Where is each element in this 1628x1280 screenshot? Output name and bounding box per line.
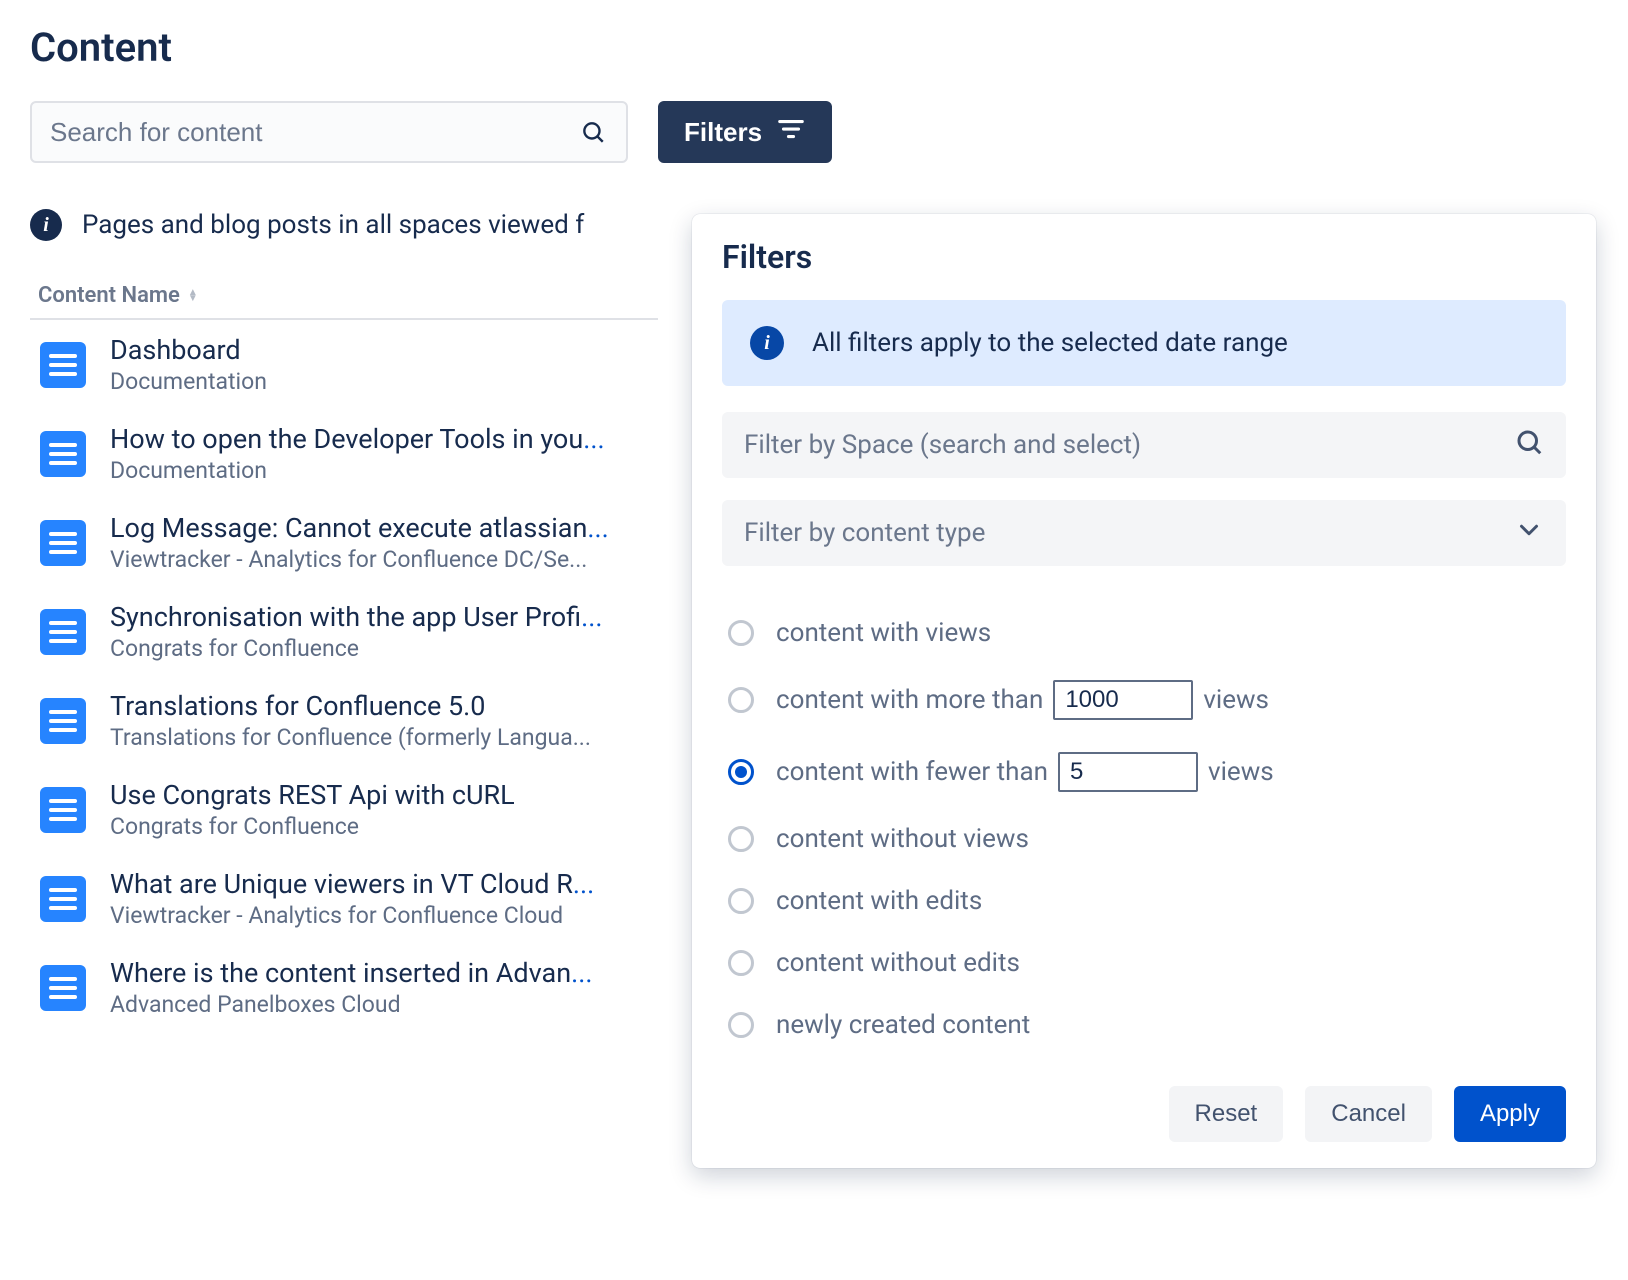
list-item[interactable]: Use Congrats REST Api with cURLCongrats … [30, 765, 658, 854]
filters-panel: Filters i All filters apply to the selec… [692, 214, 1596, 1168]
radio-with-views[interactable]: content with views [722, 602, 1566, 664]
list-item-text: Translations for Confluence 5.0Translati… [110, 690, 648, 751]
radio-with-edits[interactable]: content with edits [722, 870, 1566, 932]
radio-label-suffix: views [1208, 757, 1274, 787]
list-item-title: Where is the content inserted in Advan..… [110, 957, 648, 989]
radio-label-prefix: content with more than [776, 685, 1043, 715]
list-item-title: Synchronisation with the app User Profi.… [110, 601, 648, 633]
list-item-title: Use Congrats REST Api with cURL [110, 779, 648, 811]
filter-by-content-type-label: Filter by content type [744, 518, 985, 548]
list-item-text: Synchronisation with the app User Profi.… [110, 601, 648, 662]
radio-input[interactable] [728, 826, 754, 852]
page-icon [40, 787, 86, 833]
filter-by-space-label: Filter by Space (search and select) [744, 430, 1141, 460]
list-item-subtitle: Viewtracker - Analytics for Confluence C… [110, 902, 648, 929]
panel-actions: Reset Cancel Apply [722, 1086, 1566, 1142]
reset-button[interactable]: Reset [1169, 1086, 1284, 1142]
list-item[interactable]: Translations for Confluence 5.0Translati… [30, 676, 658, 765]
col-content-name: Content Name [38, 283, 180, 308]
list-item-text: Use Congrats REST Api with cURLCongrats … [110, 779, 648, 840]
radio-more-than[interactable]: content with more than views [722, 664, 1566, 736]
list-item-subtitle: Congrats for Confluence [110, 813, 648, 840]
search-wrap [30, 101, 628, 163]
radio-input[interactable] [728, 950, 754, 976]
radio-input[interactable] [728, 620, 754, 646]
filters-button-label: Filters [684, 117, 762, 148]
radio-fewer-than[interactable]: content with fewer than views [722, 736, 1566, 808]
radio-input[interactable] [728, 888, 754, 914]
search-icon[interactable] [580, 119, 606, 145]
toolbar: Filters [30, 101, 1598, 163]
list-item[interactable]: How to open the Developer Tools in you..… [30, 409, 658, 498]
apply-button[interactable]: Apply [1454, 1086, 1566, 1142]
page-icon [40, 342, 86, 388]
sort-icon: ▲▼ [188, 290, 198, 302]
radio-label: newly created content [776, 1010, 1030, 1040]
list-item-text: DashboardDocumentation [110, 334, 648, 395]
list-item[interactable]: What are Unique viewers in VT Cloud R...… [30, 854, 658, 943]
list-item-title: Translations for Confluence 5.0 [110, 690, 648, 722]
page-icon [40, 431, 86, 477]
content-list: DashboardDocumentationHow to open the De… [30, 320, 658, 1032]
filter-by-content-type[interactable]: Filter by content type [722, 500, 1566, 566]
list-item-subtitle: Congrats for Confluence [110, 635, 648, 662]
page-title: Content [30, 24, 1598, 71]
table-header[interactable]: Content Name ▲▼ [30, 273, 658, 320]
list-item-subtitle: Viewtracker - Analytics for Confluence D… [110, 546, 648, 573]
info-banner: i Pages and blog posts in all spaces vie… [30, 209, 658, 241]
radio-label: content with views [776, 618, 991, 648]
filters-panel-title: Filters [722, 238, 1566, 276]
radio-without-views[interactable]: content without views [722, 808, 1566, 870]
list-item-subtitle: Advanced Panelboxes Cloud [110, 991, 648, 1018]
list-item-title: Dashboard [110, 334, 648, 366]
list-item-text: What are Unique viewers in VT Cloud R...… [110, 868, 648, 929]
list-item-title: Log Message: Cannot execute atlassian... [110, 512, 648, 544]
more-than-input[interactable] [1053, 680, 1193, 720]
list-item[interactable]: Synchronisation with the app User Profi.… [30, 587, 658, 676]
cancel-button[interactable]: Cancel [1305, 1086, 1432, 1142]
content-area: i Pages and blog posts in all spaces vie… [30, 209, 658, 1032]
radio-label-suffix: views [1203, 685, 1269, 715]
list-item-subtitle: Documentation [110, 368, 648, 395]
list-item-title: What are Unique viewers in VT Cloud R... [110, 868, 648, 900]
filter-by-space[interactable]: Filter by Space (search and select) [722, 412, 1566, 478]
list-item[interactable]: Where is the content inserted in Advan..… [30, 943, 658, 1032]
filter-icon [776, 114, 806, 151]
info-icon: i [750, 326, 784, 360]
radio-label: content with edits [776, 886, 982, 916]
radio-input[interactable] [728, 1012, 754, 1038]
filters-banner-text: All filters apply to the selected date r… [812, 328, 1288, 358]
list-item-text: Where is the content inserted in Advan..… [110, 957, 648, 1018]
list-item-text: Log Message: Cannot execute atlassian...… [110, 512, 648, 573]
fewer-than-input[interactable] [1058, 752, 1198, 792]
filter-radio-group: content with views content with more tha… [722, 588, 1566, 1056]
search-input[interactable] [32, 103, 626, 161]
page-icon [40, 609, 86, 655]
page-icon [40, 698, 86, 744]
radio-without-edits[interactable]: content without edits [722, 932, 1566, 994]
radio-label: content without views [776, 824, 1029, 854]
list-item-title: How to open the Developer Tools in you..… [110, 423, 648, 455]
radio-label-prefix: content with fewer than [776, 757, 1048, 787]
info-icon: i [30, 209, 62, 241]
radio-label: content without edits [776, 948, 1020, 978]
radio-input[interactable] [728, 687, 754, 713]
search-icon [1514, 427, 1544, 464]
chevron-down-icon [1514, 515, 1544, 552]
radio-input[interactable] [728, 759, 754, 785]
radio-newly-created[interactable]: newly created content [722, 994, 1566, 1056]
filters-banner: i All filters apply to the selected date… [722, 300, 1566, 386]
list-item-subtitle: Documentation [110, 457, 648, 484]
page-icon [40, 876, 86, 922]
page-icon [40, 520, 86, 566]
list-item-subtitle: Translations for Confluence (formerly La… [110, 724, 648, 751]
filters-button[interactable]: Filters [658, 101, 832, 163]
page-icon [40, 965, 86, 1011]
list-item[interactable]: Log Message: Cannot execute atlassian...… [30, 498, 658, 587]
list-item[interactable]: DashboardDocumentation [30, 320, 658, 409]
info-text: Pages and blog posts in all spaces viewe… [82, 210, 584, 240]
list-item-text: How to open the Developer Tools in you..… [110, 423, 648, 484]
